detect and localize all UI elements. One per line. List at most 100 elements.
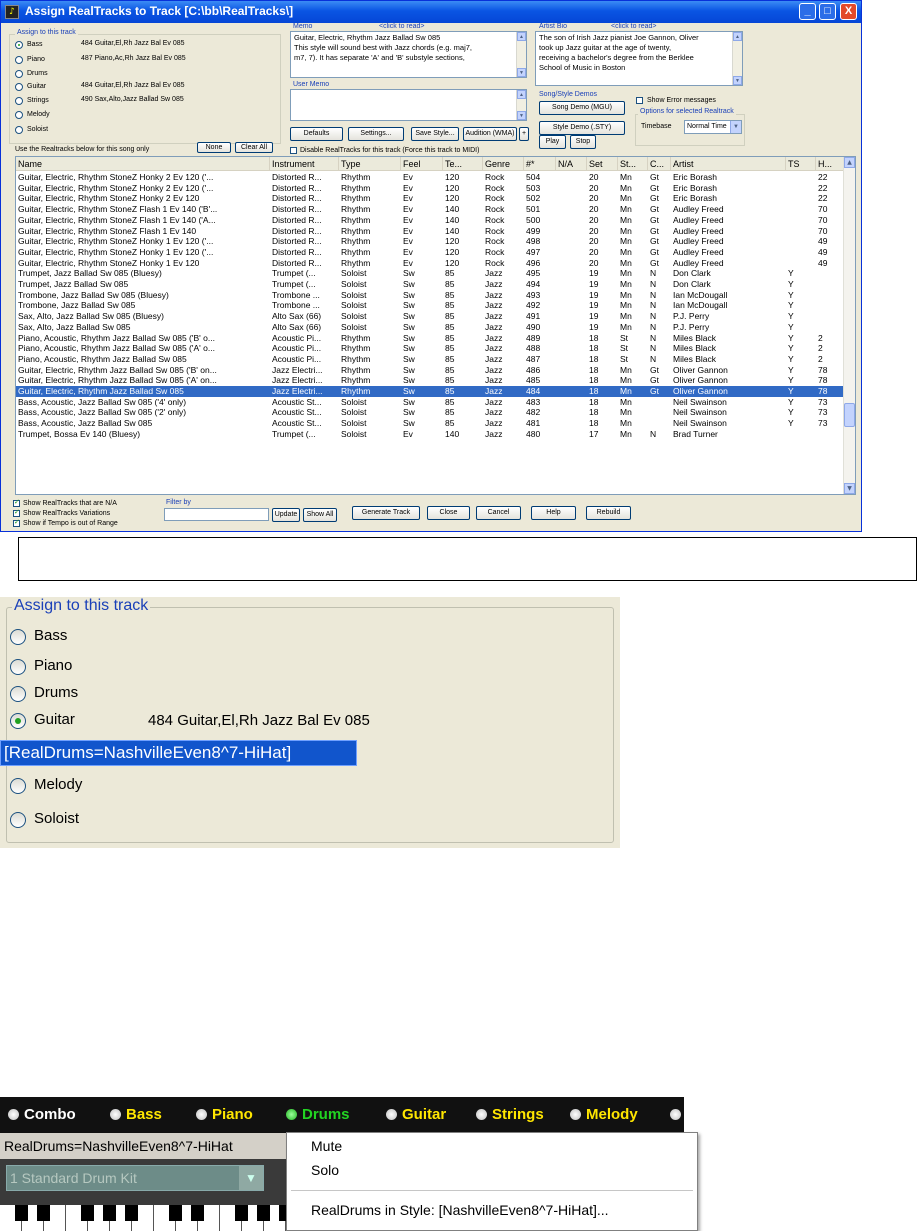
table-row[interactable]: Trumpet, Bossa Ev 140 (Bluesy) Trumpet (.… xyxy=(16,429,844,440)
help-button[interactable]: Help xyxy=(531,506,576,520)
menu-item-mute[interactable]: Mute xyxy=(311,1138,342,1154)
drum-kit-select[interactable]: 1 Standard Drum Kit ▼ xyxy=(6,1165,264,1191)
user-memo-input[interactable]: ▲ ▼ xyxy=(290,89,527,121)
column-header[interactable]: Name xyxy=(16,157,270,171)
table-row[interactable]: Bass, Acoustic, Jazz Ballad Sw 085 ('4' … xyxy=(16,397,844,408)
table-row[interactable]: Guitar, Electric, Rhythm StoneZ Honky 2 … xyxy=(16,172,844,183)
table-row[interactable]: Guitar, Electric, Rhythm StoneZ Flash 1 … xyxy=(16,204,844,215)
track-radio-drums[interactable] xyxy=(15,70,23,78)
table-row[interactable]: Piano, Acoustic, Rhythm Jazz Ballad Sw 0… xyxy=(16,333,844,344)
scroll-down-icon[interactable]: ▼ xyxy=(844,483,855,494)
close-button[interactable]: Close xyxy=(427,506,470,520)
scroll-down-icon[interactable]: ▼ xyxy=(733,76,742,85)
black-key[interactable] xyxy=(103,1205,116,1221)
zoom-radio-drums[interactable] xyxy=(10,686,26,702)
option-checkbox[interactable] xyxy=(13,508,20,517)
table-row[interactable]: Trumpet, Jazz Ballad Sw 085 (Bluesy) Trum… xyxy=(16,268,844,279)
table-row[interactable]: Guitar, Electric, Rhythm Jazz Ballad Sw … xyxy=(16,375,844,386)
track-led-icon[interactable] xyxy=(670,1109,681,1120)
table-row[interactable]: Guitar, Electric, Rhythm StoneZ Honky 2 … xyxy=(16,193,844,204)
none-button[interactable]: None xyxy=(197,142,231,153)
menu-item-solo[interactable]: Solo xyxy=(311,1162,339,1178)
track-radio-melody[interactable] xyxy=(15,111,23,119)
track-radio-strings[interactable] xyxy=(15,97,23,105)
track-radio-piano[interactable] xyxy=(15,56,23,64)
mixer-track-piano[interactable]: Piano xyxy=(196,1106,253,1123)
table-row[interactable]: Trumpet, Jazz Ballad Sw 085 Trumpet (... S… xyxy=(16,279,844,290)
mixer-track-bass[interactable]: Bass xyxy=(110,1106,162,1123)
black-key[interactable] xyxy=(81,1205,94,1221)
zoom-radio-bass[interactable] xyxy=(10,629,26,645)
generate-track-button[interactable]: Generate Track xyxy=(352,506,420,520)
black-key[interactable] xyxy=(169,1205,182,1221)
mixer-track-combo[interactable]: Combo xyxy=(8,1106,76,1123)
black-key[interactable] xyxy=(125,1205,138,1221)
scroll-down-icon[interactable]: ▼ xyxy=(517,111,526,120)
memo-text[interactable]: Guitar, Electric, Rhythm Jazz Ballad Sw … xyxy=(290,31,527,78)
zoom-radio-guitar[interactable] xyxy=(10,713,26,729)
title-bar[interactable]: ♪ Assign RealTracks to Track [C:\bb\Real… xyxy=(1,1,861,23)
table-row[interactable]: Guitar, Electric, Rhythm StoneZ Honky 1 … xyxy=(16,258,844,269)
song-demo-button[interactable]: Song Demo (MGU) xyxy=(539,101,625,115)
mixer-track-guitar[interactable]: Guitar xyxy=(386,1106,446,1123)
audition-button[interactable]: Audition (WMA) xyxy=(463,127,517,141)
option-checkbox[interactable] xyxy=(13,518,20,527)
clear-all-button[interactable]: Clear All xyxy=(235,142,273,153)
artist-bio-scrollbar[interactable]: ▲ ▼ xyxy=(732,32,742,85)
scroll-thumb[interactable] xyxy=(844,403,855,427)
table-row[interactable]: Guitar, Electric, Rhythm StoneZ Honky 1 … xyxy=(16,247,844,258)
realtracks-table[interactable]: Name Instrument Type Feel Te... Genre #* N/A Set… xyxy=(15,156,856,495)
chevron-down-icon[interactable]: ▼ xyxy=(239,1166,263,1190)
column-header[interactable]: H... xyxy=(816,157,844,171)
memo-click-hint[interactable]: <click to read> xyxy=(379,23,425,30)
table-scrollbar[interactable]: ▲ ▼ xyxy=(843,157,855,494)
zoom-radio-soloist[interactable] xyxy=(10,812,26,828)
style-demo-button[interactable]: Style Demo (.STY) xyxy=(539,121,625,135)
column-header[interactable]: Feel xyxy=(401,157,443,171)
column-header[interactable]: Te... xyxy=(443,157,483,171)
column-header[interactable]: TS xyxy=(786,157,816,171)
cancel-button[interactable]: Cancel xyxy=(476,506,521,520)
memo-scrollbar[interactable]: ▲ ▼ xyxy=(516,32,526,77)
scroll-up-icon[interactable]: ▲ xyxy=(733,32,742,41)
menu-item-realdrums-in-style[interactable]: RealDrums in Style: [NashvilleEven8^7-Hi… xyxy=(311,1202,609,1218)
column-header[interactable]: Artist xyxy=(671,157,786,171)
table-row[interactable]: Sax, Alto, Jazz Ballad Sw 085 (Bluesy) Al… xyxy=(16,311,844,322)
column-header[interactable]: C... xyxy=(648,157,671,171)
play-button[interactable]: Play xyxy=(539,135,566,149)
stop-button[interactable]: Stop xyxy=(570,135,596,149)
zoom-radio-piano[interactable] xyxy=(10,659,26,675)
mixer-track-strings[interactable]: Strings xyxy=(476,1106,544,1123)
artist-bio-click-hint[interactable]: <click to read> xyxy=(611,23,657,30)
rebuild-button[interactable]: Rebuild xyxy=(586,506,631,520)
show-error-checkbox[interactable] xyxy=(636,97,643,104)
artist-bio-text[interactable]: The son of Irish Jazz pianist Joe Gannon… xyxy=(535,31,743,86)
black-key[interactable] xyxy=(37,1205,50,1221)
minimize-button[interactable]: _ xyxy=(799,3,816,20)
table-row[interactable]: Trombone, Jazz Ballad Sw 085 Trombone ...… xyxy=(16,300,844,311)
table-row[interactable]: Guitar, Electric, Rhythm StoneZ Honky 1 … xyxy=(16,236,844,247)
close-window-button[interactable]: X xyxy=(840,3,857,20)
user-memo-scrollbar[interactable]: ▲ ▼ xyxy=(516,90,526,120)
black-key[interactable] xyxy=(257,1205,270,1221)
scroll-down-icon[interactable]: ▼ xyxy=(517,68,526,77)
track-radio-guitar[interactable] xyxy=(15,83,23,91)
table-row[interactable]: Guitar, Electric, Rhythm Jazz Ballad Sw … xyxy=(16,365,844,376)
zoom-radio-melody[interactable] xyxy=(10,778,26,794)
filter-input[interactable] xyxy=(164,508,269,521)
defaults-button[interactable]: Defaults xyxy=(290,127,343,141)
timebase-select[interactable]: Normal Time ▼ xyxy=(684,120,742,134)
table-row[interactable]: Piano, Acoustic, Rhythm Jazz Ballad Sw 0… xyxy=(16,354,844,365)
column-header[interactable]: Type xyxy=(339,157,401,171)
disable-realtracks-checkbox[interactable] xyxy=(290,147,297,154)
scroll-up-icon[interactable]: ▲ xyxy=(844,157,855,168)
table-row[interactable]: Guitar, Electric, Rhythm StoneZ Flash 1 … xyxy=(16,215,844,226)
option-checkbox[interactable] xyxy=(13,498,20,507)
column-header[interactable]: N/A xyxy=(556,157,587,171)
column-header[interactable]: St... xyxy=(618,157,648,171)
track-radio-soloist[interactable] xyxy=(15,126,23,134)
audition-plus-button[interactable]: + xyxy=(519,127,529,141)
table-row[interactable]: Trombone, Jazz Ballad Sw 085 (Bluesy) Tro… xyxy=(16,290,844,301)
save-style-button[interactable]: Save Style... xyxy=(411,127,459,141)
table-row[interactable]: Guitar, Electric, Rhythm StoneZ Honky 2 … xyxy=(16,183,844,194)
